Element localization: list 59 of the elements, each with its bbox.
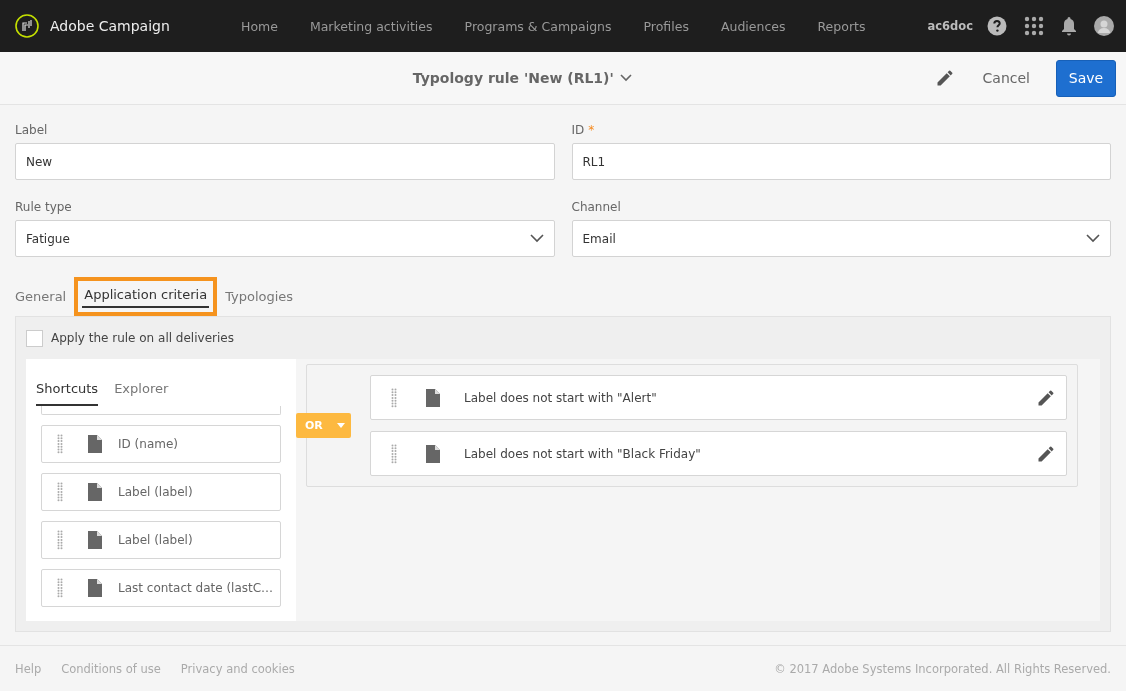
tab[interactable]: Shortcuts — [36, 379, 99, 406]
checkbox[interactable] — [26, 329, 43, 347]
palette-item[interactable]: ID (name) — [41, 425, 281, 463]
dropdown[interactable]: Fatigue — [15, 220, 555, 257]
drag-handle-icon[interactable] — [391, 443, 397, 464]
copyright: © 2017 Adobe Systems Incorporated. All Rights Reserved. — [774, 662, 1111, 676]
required-mark: * — [588, 123, 595, 137]
cancel-button[interactable]: Cancel — [976, 69, 1036, 87]
tab[interactable]: General — [15, 284, 73, 310]
caret-icon — [336, 423, 345, 428]
document-icon — [88, 531, 102, 549]
chevron-down-icon — [1086, 234, 1100, 243]
document-icon — [88, 435, 102, 453]
nav-link[interactable]: Home — [225, 18, 294, 34]
tab[interactable]: Explorer — [114, 379, 169, 406]
bell-icon[interactable] — [1061, 16, 1077, 36]
field-label: Rule type — [15, 200, 72, 214]
condition-text: Label does not start with "Black Friday" — [464, 446, 702, 461]
nav-link[interactable]: Marketing activities — [293, 18, 449, 34]
help-icon[interactable] — [987, 16, 1007, 36]
avatar-icon[interactable] — [1094, 16, 1114, 36]
field-label: ID — [571, 123, 585, 137]
document-icon — [426, 444, 440, 463]
drag-handle-icon[interactable] — [57, 578, 63, 598]
nav-link[interactable]: Programs & Campaigns — [448, 18, 628, 34]
nav-link[interactable]: Audiences — [704, 18, 802, 34]
document-icon — [88, 579, 102, 597]
drag-handle-icon[interactable] — [57, 530, 63, 550]
condition-row[interactable]: Label does not start with "Black Friday" — [370, 431, 1067, 476]
username[interactable]: ac6doc — [927, 19, 973, 33]
edit-icon[interactable] — [1036, 387, 1056, 408]
drag-handle-icon[interactable] — [391, 387, 397, 408]
condition-text: Label does not start with "Alert" — [464, 390, 658, 405]
text-field[interactable]: New — [15, 143, 555, 180]
save-button[interactable]: Save — [1056, 59, 1116, 97]
chevron-down-icon[interactable] — [619, 74, 632, 82]
nav-link[interactable]: Reports — [801, 18, 882, 34]
document-icon — [426, 388, 440, 407]
edit-icon[interactable] — [1036, 443, 1056, 464]
nav-link[interactable]: Profiles — [627, 18, 705, 34]
condition-row[interactable]: Label does not start with "Alert" — [370, 375, 1067, 420]
apps-grid-icon[interactable] — [1024, 16, 1044, 36]
checkbox-label[interactable]: Apply the rule on all deliveries — [51, 331, 234, 345]
chevron-down-icon — [529, 234, 544, 243]
palette-item[interactable]: Label (label) — [41, 521, 281, 559]
drag-handle-icon[interactable] — [57, 434, 63, 454]
logo-icon[interactable] — [15, 14, 39, 38]
drag-handle-icon[interactable] — [57, 482, 63, 502]
page-title[interactable]: Typology rule 'New (RL1)' — [412, 70, 614, 86]
palette-item[interactable]: Last contact date (lastC… — [41, 569, 281, 607]
dropdown[interactable]: Email — [571, 220, 1111, 257]
text-field[interactable]: RL1 — [571, 143, 1111, 180]
brand-name: Adobe Campaign — [50, 18, 170, 34]
field-label: Channel — [571, 200, 621, 214]
palette-item[interactable]: Label (label) — [41, 473, 281, 511]
tab[interactable]: Application criteria — [82, 282, 210, 308]
tab[interactable]: Typologies — [219, 284, 300, 310]
field-label: Label — [15, 123, 48, 137]
document-icon — [88, 483, 102, 501]
